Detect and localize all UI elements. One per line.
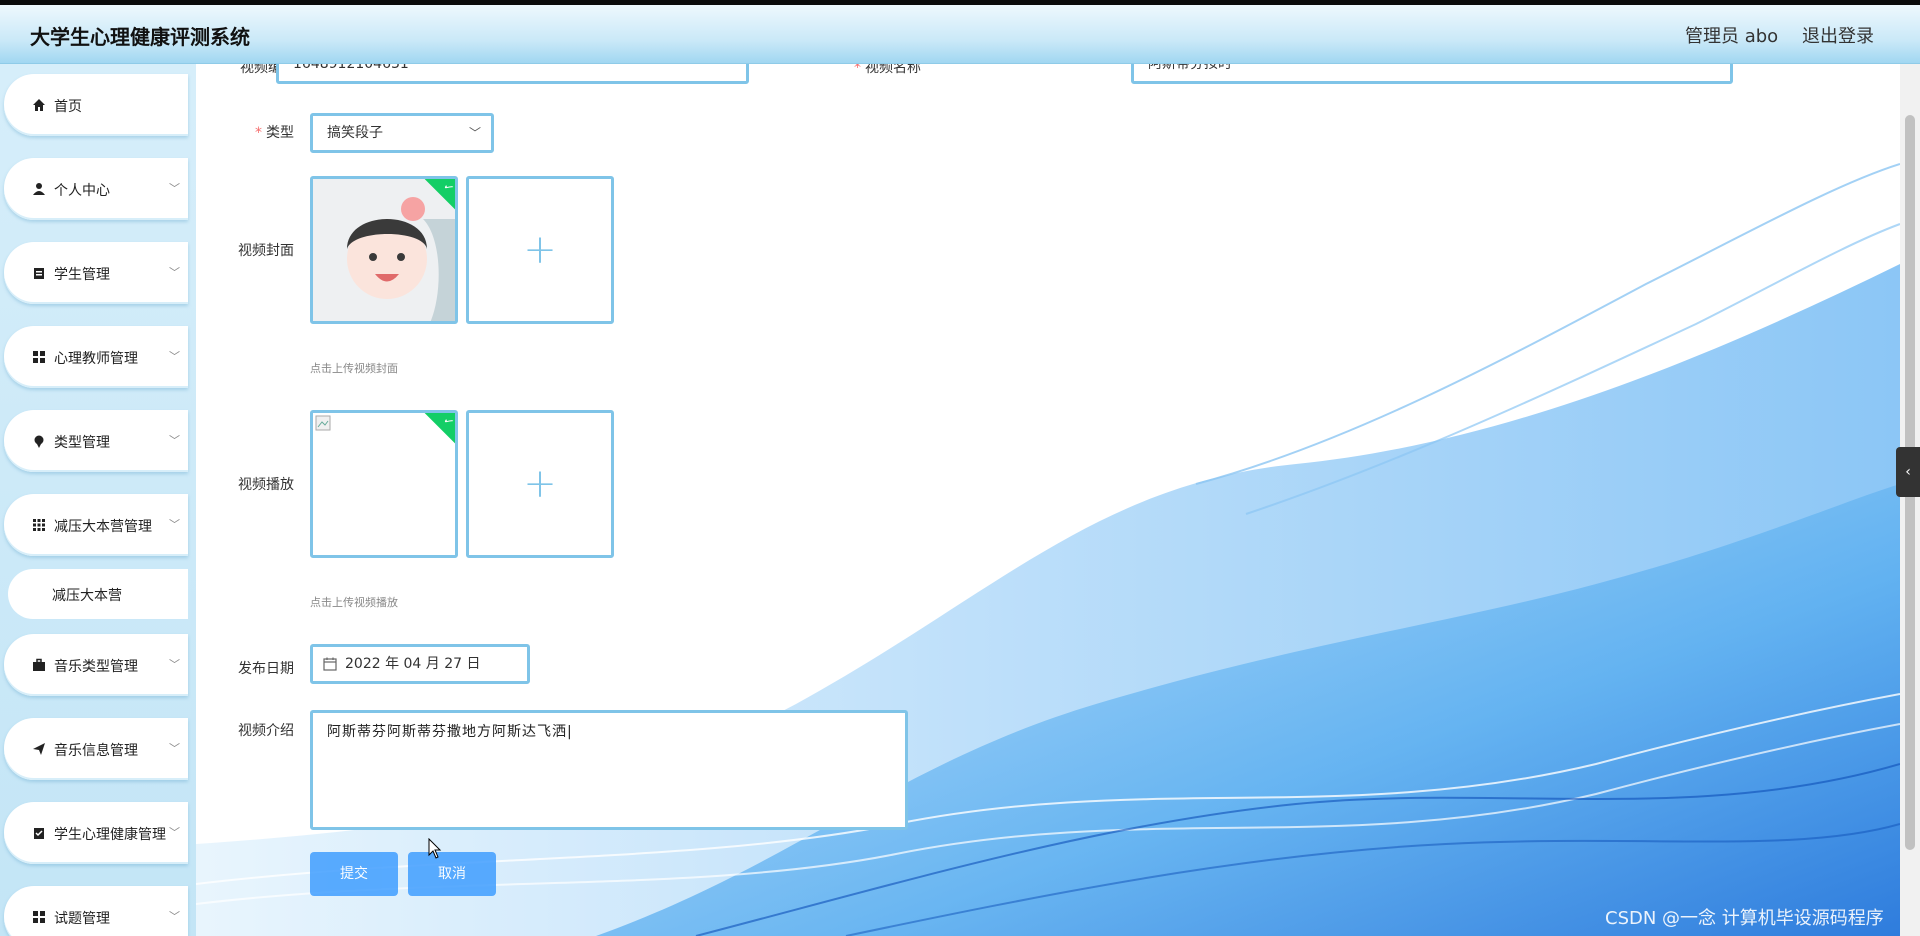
cover-label: 视频封面 [238,243,294,259]
sidebar-item-home[interactable]: 首页 [4,74,188,136]
sidebar-item-relax-camp-management[interactable]: 减压大本营管理 ﹀ [4,494,188,556]
sidebar-item-label: 心理教师管理 [54,351,138,367]
sidebar-item-label: 个人中心 [54,183,110,199]
sidebar-item-teacher-management[interactable]: 心理教师管理 ﹀ [4,326,188,388]
grid-icon [32,350,46,364]
chevron-down-icon: ﹀ [169,742,180,755]
chevron-down-icon: ﹀ [169,266,180,279]
check-icon: ✓ [424,413,455,446]
sidebar-subitem-relax-camp[interactable]: 减压大本营 [8,569,188,619]
sidebar-item-label: 减压大本营管理 [54,519,152,535]
video-name-label: * 视频名称 [854,64,921,76]
sidebar-item-music-type-management[interactable]: 音乐类型管理 ﹀ [4,634,188,696]
chevron-down-icon: ﹀ [468,126,481,140]
submit-button[interactable]: 提交 [310,852,398,896]
sidebar-item-type-management[interactable]: 类型管理 ﹀ [4,410,188,472]
user-icon [32,182,46,196]
plus-icon: + [523,227,557,273]
clipboard-icon [32,266,46,280]
calendar-icon [323,657,337,671]
chevron-down-icon: ﹀ [169,182,180,195]
cover-hint: 点击上传视频封面 [310,362,398,375]
current-user: 管理员 abo [1685,26,1779,47]
top-header: 大学生心理健康评测系统 管理员 abo 退出登录 [0,0,1920,64]
sidebar-item-student-management[interactable]: 学生管理 ﹀ [4,242,188,304]
video-thumbnail[interactable]: ✓ [310,410,458,558]
send-icon [32,742,46,756]
grid9-icon [32,518,46,532]
sidebar: 首页 个人中心 ﹀ 学生管理 ﹀ 心理教师管理 ﹀ 类型管理 ﹀ 减压大本营管理 [0,64,196,936]
type-select[interactable]: 搞笑段子 ﹀ [310,113,494,153]
briefcase-icon [32,658,46,672]
sidebar-item-label: 减压大本营 [52,588,122,604]
sidebar-item-label: 学生管理 [54,267,110,283]
main-content: 视频编号 1648912104631 * 视频名称 阿斯蒂芬按时 * 类型 搞笑段子… [196,64,1900,936]
chevron-down-icon: ﹀ [169,658,180,671]
sidebar-item-label: 首页 [54,99,82,115]
chevron-down-icon: ﹀ [169,826,180,839]
checklist-icon [32,826,46,840]
chevron-down-icon: ﹀ [169,910,180,923]
sidebar-item-label: 音乐类型管理 [54,659,138,675]
cancel-button[interactable]: 取消 [408,852,496,896]
pin-icon [32,434,46,448]
sidebar-item-label: 学生心理健康管理 [54,827,166,843]
video-no-input[interactable]: 1648912104631 [276,64,749,84]
sidebar-item-label: 试题管理 [54,911,110,927]
chevron-down-icon: ﹀ [169,350,180,363]
play-label: 视频播放 [238,477,294,493]
mouse-cursor-icon [428,838,442,859]
cover-image [313,179,455,321]
video-name-input[interactable]: 阿斯蒂芬按时 [1131,64,1733,84]
home-icon [32,98,46,112]
date-picker[interactable]: 2022 年 04 月 27 日 [310,644,530,684]
sidebar-item-music-info-management[interactable]: 音乐信息管理 ﹀ [4,718,188,780]
plus-icon: + [523,461,557,507]
sidebar-item-student-mental-health[interactable]: 学生心理健康管理 ﹀ [4,802,188,864]
sidebar-item-label: 类型管理 [54,435,110,451]
sidebar-item-question-management[interactable]: 试题管理 ﹀ [4,886,188,936]
cover-thumbnail[interactable]: ✓ [310,176,458,324]
watermark: CSDN @一念 计算机毕设源码程序 [1605,908,1884,929]
video-upload-button[interactable]: + [466,410,614,558]
app-title: 大学生心理健康评测系统 [30,25,250,49]
sidebar-item-label: 音乐信息管理 [54,743,138,759]
grid-icon [32,910,46,924]
chevron-down-icon: ﹀ [169,434,180,447]
broken-image-icon [315,415,331,431]
logout-link[interactable]: 退出登录 [1802,22,1874,48]
type-label: * 类型 [255,125,294,141]
chevron-down-icon: ﹀ [169,518,180,531]
play-hint: 点击上传视频播放 [310,596,398,609]
intro-label: 视频介绍 [238,723,294,739]
cover-upload-button[interactable]: + [466,176,614,324]
sidebar-item-personal-center[interactable]: 个人中心 ﹀ [4,158,188,220]
chevron-left-icon[interactable]: ‹ [1896,447,1920,497]
intro-textarea[interactable]: 阿斯蒂芬阿斯蒂芬撒地方阿斯达飞洒| [310,710,908,830]
date-label: 发布日期 [238,661,294,677]
